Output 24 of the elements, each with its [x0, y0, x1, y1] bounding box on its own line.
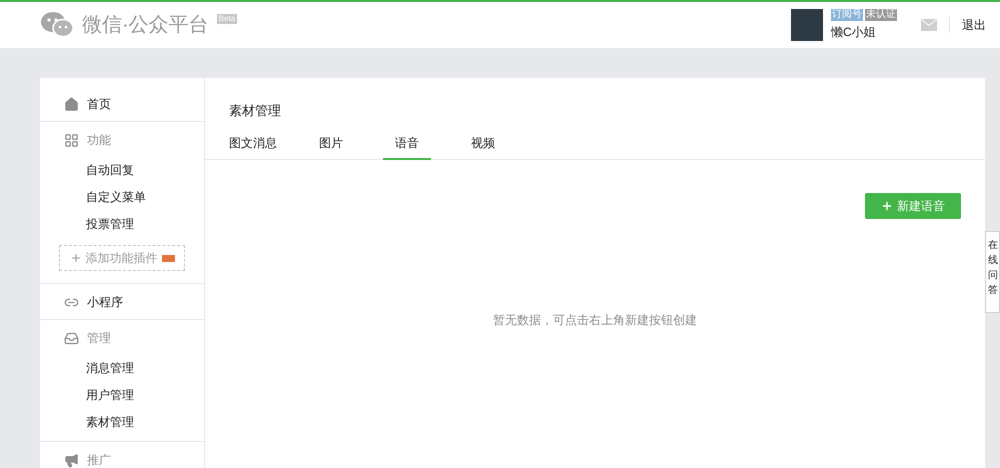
nav-group-label: 推广: [87, 452, 111, 468]
nav-item[interactable]: 自定义菜单: [40, 184, 204, 211]
nav-link[interactable]: 小程序: [87, 293, 123, 311]
help-panel[interactable]: 在线问答: [985, 231, 1000, 313]
tab[interactable]: 图片: [307, 128, 355, 160]
tab[interactable]: 视频: [459, 128, 507, 160]
nav-link[interactable]: 首页: [87, 95, 111, 113]
logo-text: 微信·公众平台: [82, 13, 209, 38]
tab[interactable]: 语音: [383, 128, 431, 160]
tab[interactable]: 图文消息: [229, 128, 277, 160]
nav-group-label: 功能: [87, 132, 111, 149]
nav-item[interactable]: 自动回复: [40, 157, 204, 184]
nav-item[interactable]: 投票管理: [40, 211, 204, 238]
help-text: 在线问答: [988, 239, 998, 298]
nav-group-label: 管理: [87, 330, 111, 347]
empty-message: 暂无数据，可点击右上角新建按钮创建: [492, 312, 698, 329]
nav-item[interactable]: 消息管理: [40, 355, 204, 382]
account-name[interactable]: 懒C小姐: [831, 23, 897, 41]
verify-badge: 未认证: [865, 9, 897, 21]
nav-item[interactable]: 用户管理: [40, 382, 204, 409]
logout-link[interactable]: 退出: [962, 16, 986, 34]
nav-item[interactable]: 素材管理: [40, 409, 204, 436]
account-type-badge: 订阅号: [831, 9, 863, 21]
page-title: 素材管理: [228, 102, 282, 120]
